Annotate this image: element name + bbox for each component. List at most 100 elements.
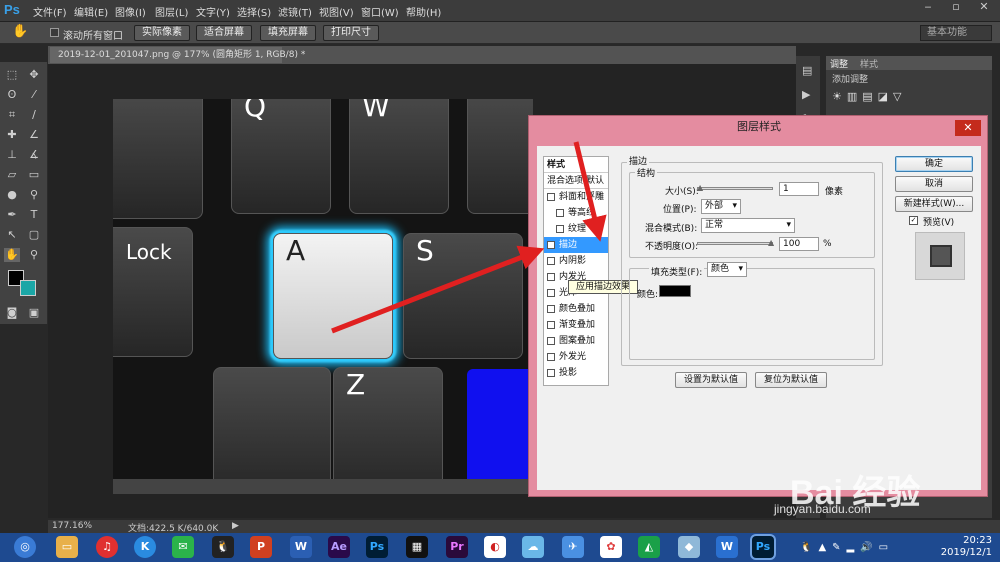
style-outer-glow[interactable]: 外发光: [544, 349, 608, 365]
rectangle-tool-icon[interactable]: ▢: [26, 228, 42, 242]
move-tool-icon[interactable]: ✥: [26, 68, 42, 82]
reset-default-button[interactable]: 复位为默认值: [755, 372, 827, 388]
healing-brush-icon[interactable]: ✚: [4, 128, 20, 142]
style-pattern-overlay[interactable]: 图案叠加: [544, 333, 608, 349]
checkbox[interactable]: [547, 320, 555, 329]
size-slider-thumb[interactable]: ▲: [697, 183, 703, 192]
checkbox[interactable]: [547, 256, 555, 265]
status-menu-arrow-icon[interactable]: ▶: [232, 521, 239, 531]
eraser-tool-icon[interactable]: ▱: [4, 168, 20, 182]
make-default-button[interactable]: 设置为默认值: [675, 372, 747, 388]
checkbox[interactable]: [547, 272, 555, 281]
lasso-tool-icon[interactable]: ʘ: [4, 88, 20, 102]
pen-tool-icon[interactable]: ✒: [4, 208, 20, 222]
menu-filter[interactable]: 滤镜(T): [278, 4, 312, 19]
file-explorer-icon[interactable]: ▭: [56, 536, 78, 558]
clock[interactable]: 20:23 2019/12/1: [941, 535, 992, 559]
opacity-input[interactable]: 100: [779, 237, 819, 251]
size-input[interactable]: 1: [779, 182, 819, 196]
chat-app-icon[interactable]: ☁: [522, 536, 544, 558]
clone-stamp-icon[interactable]: ⊥: [4, 148, 20, 162]
photos-icon[interactable]: ✿: [600, 536, 622, 558]
blend-mode-select[interactable]: 正常: [701, 218, 795, 233]
green-app-icon[interactable]: ◭: [638, 536, 660, 558]
feishu-icon[interactable]: ✈: [562, 536, 584, 558]
zoom-level[interactable]: 177.16%: [52, 521, 92, 531]
menu-view[interactable]: 视图(V): [319, 4, 354, 19]
app-icon[interactable]: ◆: [678, 536, 700, 558]
checkbox[interactable]: [547, 304, 555, 313]
wps-icon[interactable]: W: [716, 536, 738, 558]
position-select[interactable]: 外部: [701, 199, 741, 214]
crop-tool-icon[interactable]: ⌗: [4, 108, 20, 122]
tab-adjustments[interactable]: 调整: [830, 57, 848, 70]
history-brush-icon[interactable]: ∡: [26, 148, 42, 162]
new-style-button[interactable]: 新建样式(W)...: [895, 196, 973, 212]
word-icon[interactable]: W: [290, 536, 312, 558]
wechat-icon[interactable]: ✉: [172, 536, 194, 558]
style-texture[interactable]: 纹理: [544, 221, 608, 237]
background-color-swatch[interactable]: [20, 280, 36, 296]
eyedropper-icon[interactable]: ∕: [26, 108, 42, 122]
fill-type-select[interactable]: 颜色: [707, 262, 747, 277]
video-editor-icon[interactable]: ▦: [406, 536, 428, 558]
dodge-tool-icon[interactable]: ⚲: [26, 188, 42, 202]
checkbox[interactable]: [556, 224, 564, 233]
after-effects-icon[interactable]: Ae: [328, 536, 350, 558]
marquee-tool-icon[interactable]: ⬚: [4, 68, 20, 82]
checkbox[interactable]: [547, 352, 555, 361]
scroll-all-checkbox[interactable]: [50, 28, 59, 37]
print-size-button[interactable]: 打印尺寸: [323, 25, 379, 41]
photoshop-taskbar-icon[interactable]: Ps: [366, 536, 388, 558]
fit-screen-button[interactable]: 适合屏幕: [196, 25, 252, 41]
screen-mode-icon[interactable]: ▣: [26, 306, 42, 320]
powerpoint-icon[interactable]: P: [250, 536, 272, 558]
style-gradient-overlay[interactable]: 渐变叠加: [544, 317, 608, 333]
history-panel-icon[interactable]: ▤: [802, 64, 812, 77]
ok-button[interactable]: 确定: [895, 156, 973, 172]
menu-file[interactable]: 文件(F): [33, 4, 67, 19]
blur-tool-icon[interactable]: ●: [4, 188, 20, 202]
checkbox[interactable]: [547, 336, 555, 345]
workspace-select[interactable]: 基本功能: [920, 25, 992, 41]
blending-options[interactable]: 混合选项:默认: [544, 173, 608, 189]
preview-checkbox[interactable]: ✓: [909, 216, 918, 225]
menu-edit[interactable]: 编辑(E): [74, 4, 108, 19]
checkbox[interactable]: [556, 208, 564, 217]
maximize-button[interactable]: ▫: [942, 0, 970, 14]
style-color-overlay[interactable]: 颜色叠加: [544, 301, 608, 317]
style-inner-shadow[interactable]: 内阴影: [544, 253, 608, 269]
qq-icon[interactable]: 🐧: [212, 536, 234, 558]
checkbox[interactable]: [547, 368, 555, 377]
magic-wand-icon[interactable]: ⁄: [26, 88, 42, 102]
adjustment-icons-row[interactable]: ☀▥▤◪▽: [832, 90, 907, 103]
browser-icon[interactable]: ◐: [484, 536, 506, 558]
size-slider[interactable]: ▲: [697, 183, 773, 192]
style-drop-shadow[interactable]: 投影: [544, 365, 608, 381]
checkbox-checked[interactable]: ✓: [547, 240, 555, 249]
hand-tool-icon[interactable]: ✋: [4, 248, 20, 262]
menu-image[interactable]: 图像(I): [115, 4, 146, 19]
fill-screen-button[interactable]: 填充屏幕: [260, 25, 316, 41]
type-tool-icon[interactable]: T: [26, 208, 42, 222]
gradient-tool-icon[interactable]: ▭: [26, 168, 42, 182]
document-tab[interactable]: 2019-12-01_201047.png @ 177% (圆角矩形 1, RG…: [50, 47, 305, 63]
quick-mask-icon[interactable]: ◙: [4, 306, 20, 320]
menu-help[interactable]: 帮助(H): [406, 4, 441, 19]
tab-styles[interactable]: 样式: [860, 57, 878, 70]
opacity-slider[interactable]: ▲: [697, 238, 774, 247]
dialog-close-button[interactable]: ✕: [955, 120, 981, 136]
style-bevel[interactable]: 斜面和浮雕: [544, 189, 608, 205]
actions-panel-icon[interactable]: ▶: [802, 88, 810, 101]
menu-type[interactable]: 文字(Y): [196, 4, 230, 19]
zoom-tool-icon[interactable]: ⚲: [26, 248, 42, 262]
start-button-icon[interactable]: ◎: [14, 536, 36, 558]
checkbox[interactable]: [547, 192, 555, 201]
style-contour[interactable]: 等高线: [544, 205, 608, 221]
menu-select[interactable]: 选择(S): [237, 4, 271, 19]
photoshop-active-icon[interactable]: Ps: [752, 536, 774, 558]
menu-window[interactable]: 窗口(W): [361, 4, 399, 19]
path-select-icon[interactable]: ↖: [4, 228, 20, 242]
system-tray-icons[interactable]: 🐧▲✎▂🔊▭: [800, 542, 894, 553]
brush-tool-icon[interactable]: ∠: [26, 128, 42, 142]
